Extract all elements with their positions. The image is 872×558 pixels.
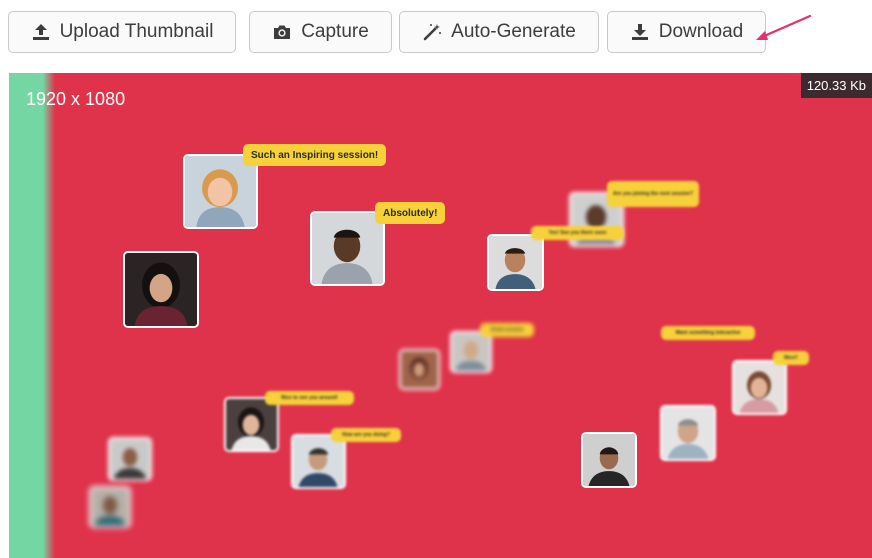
participant-avatar: [450, 331, 492, 373]
toolbar: Upload Thumbnail Capture Auto-Generate D…: [0, 0, 872, 66]
chat-bubble: Such an Inspiring session!: [243, 144, 387, 166]
magic-wand-icon: [422, 22, 442, 42]
participant-avatar: [581, 432, 637, 488]
camera-icon: [272, 22, 292, 42]
resolution-label: 1920 x 1080: [26, 89, 126, 109]
chat-bubble: Are you joining the next session?: [607, 181, 699, 207]
download-label: Download: [658, 21, 744, 42]
participant-avatar: [108, 437, 152, 481]
participant-avatar: [732, 360, 787, 415]
capture-button[interactable]: Capture: [249, 11, 392, 53]
upload-thumbnail-label: Upload Thumbnail: [59, 21, 214, 42]
chat-bubble: Nice to see you around!: [265, 391, 354, 405]
capture-label: Capture: [301, 21, 369, 42]
participant-avatar: [310, 211, 385, 286]
annotation-arrow-icon: [756, 14, 812, 40]
chat-bubble: Nice!!: [773, 351, 809, 365]
chat-bubble: How are you doing?: [331, 428, 401, 442]
upload-icon: [31, 22, 51, 42]
thumbnail-preview: 1920 x 1080 120.33 Kb Such an Inspiring …: [9, 73, 872, 558]
chat-bubble: Great session: [480, 323, 534, 337]
participant-avatar: [89, 486, 131, 528]
chat-bubble: Absolutely!: [375, 202, 446, 224]
upload-thumbnail-button[interactable]: Upload Thumbnail: [8, 11, 236, 53]
participant-avatar: [224, 397, 279, 452]
side-color-band: [9, 73, 55, 558]
download-icon: [630, 22, 650, 42]
auto-generate-label: Auto-Generate: [451, 21, 576, 42]
participant-avatar: [660, 405, 716, 461]
auto-generate-button[interactable]: Auto-Generate: [399, 11, 599, 53]
file-size-badge: 120.33 Kb: [800, 73, 872, 98]
chat-bubble: Yes! See you there soon: [531, 226, 624, 240]
participant-avatar: [291, 434, 346, 489]
chat-bubble: Want something interactive: [661, 326, 755, 340]
download-button[interactable]: Download: [607, 11, 766, 53]
participant-avatar: [123, 251, 199, 328]
participant-avatar: [487, 234, 544, 291]
participant-avatar: [399, 349, 440, 390]
